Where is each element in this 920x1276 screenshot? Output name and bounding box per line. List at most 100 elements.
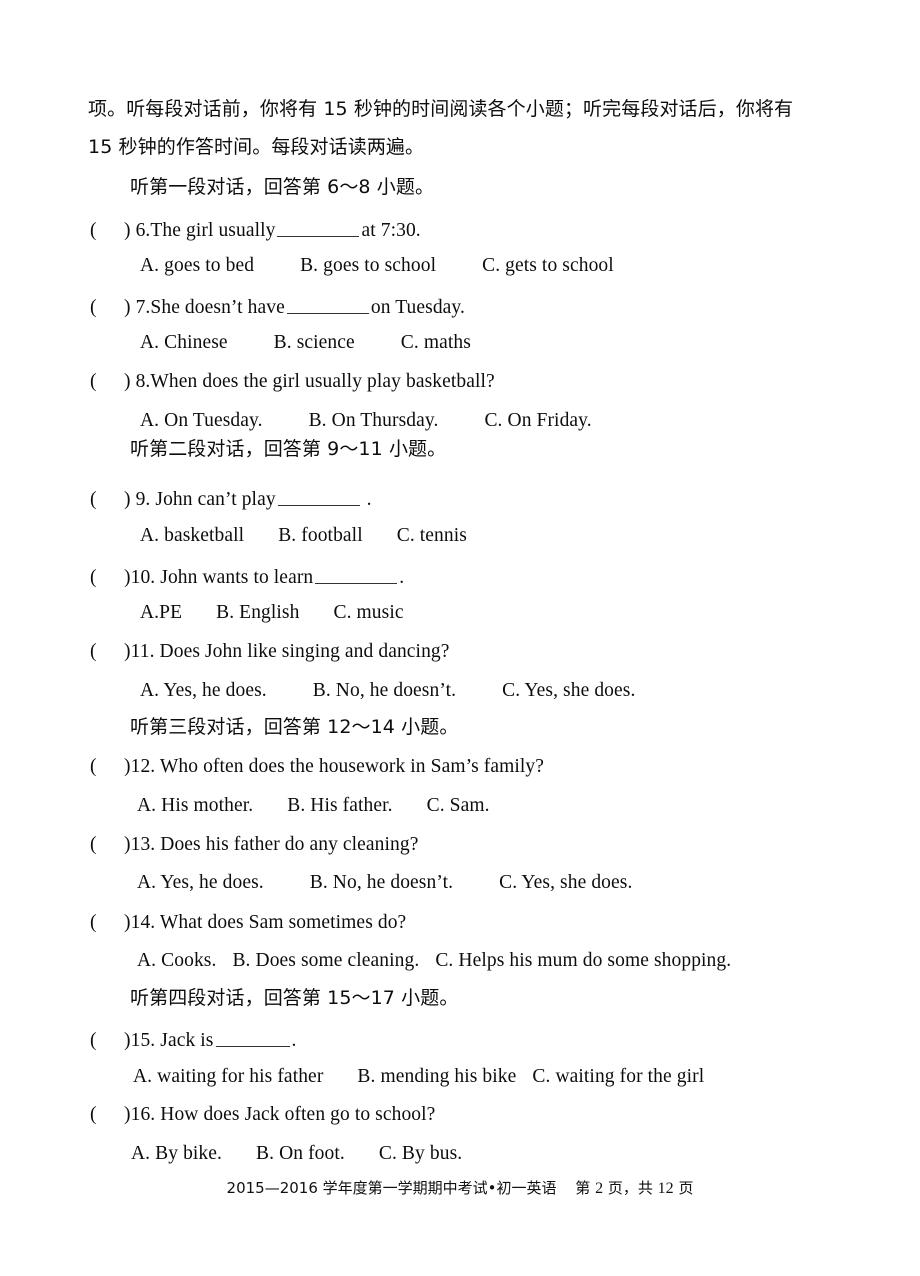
option-b[interactable]: B. football — [278, 525, 363, 546]
answer-blank[interactable] — [215, 1028, 290, 1047]
option-c[interactable]: C. Sam. — [427, 795, 490, 816]
option-b[interactable]: B. On foot. — [256, 1143, 345, 1164]
option-a[interactable]: A. Yes, he does. — [140, 680, 267, 701]
section-heading-dialogue-4: 听第四段对话，回答第 15～17 小题。 — [130, 989, 458, 1008]
options-7: A. Chinese B. science C. maths — [140, 333, 471, 353]
section-heading-dialogue-3: 听第三段对话，回答第 12～14 小题。 — [130, 718, 458, 737]
answer-bracket-open[interactable]: ( — [90, 490, 98, 510]
option-a[interactable]: A. goes to bed — [140, 255, 254, 276]
option-a[interactable]: A. His mother. — [137, 795, 253, 816]
answer-bracket-close[interactable]: ) — [124, 912, 131, 933]
option-c[interactable]: C. tennis — [397, 525, 467, 546]
options-12: A. His mother. B. His father. C. Sam. — [137, 796, 490, 816]
question-stem: The girl usually — [150, 219, 276, 241]
answer-blank[interactable] — [286, 295, 369, 314]
section-heading-dialogue-1: 听第一段对话，回答第 6～8 小题。 — [130, 178, 434, 197]
answer-bracket-close[interactable]: ) — [124, 1104, 131, 1125]
option-a[interactable]: A. basketball — [140, 525, 244, 546]
question-number: 6. — [135, 219, 151, 241]
question-number: 10. — [130, 566, 156, 588]
options-13: A. Yes, he does. B. No, he doesn’t. C. Yes… — [137, 873, 632, 893]
answer-bracket-close[interactable]: ) — [124, 1030, 131, 1051]
question-stem: What does Sam sometimes do? — [159, 912, 407, 933]
section-heading-text: 听第二段对话，回答第 9～11 小题。 — [130, 438, 447, 460]
option-a[interactable]: A. Chinese — [140, 332, 228, 353]
option-c[interactable]: C. Yes, she does. — [502, 680, 635, 701]
question-stem-tail: at 7:30. — [361, 219, 421, 241]
question-15: ()15. Jack is. — [90, 1028, 297, 1051]
option-c[interactable]: C. waiting for the girl — [532, 1066, 704, 1087]
question-number: 14. — [130, 912, 156, 933]
question-number: 15. — [130, 1029, 156, 1051]
answer-bracket-close[interactable]: ) — [124, 641, 131, 662]
answer-bracket-open[interactable]: ( — [90, 757, 98, 777]
question-stem: Jack is — [160, 1029, 214, 1051]
section-heading-text: 听第四段对话，回答第 15～17 小题。 — [130, 987, 459, 1009]
option-c[interactable]: C. Helps his mum do some shopping. — [435, 950, 731, 971]
answer-bracket-open[interactable]: ( — [90, 568, 98, 588]
question-number: 12. — [130, 756, 156, 777]
footer-page-mid: 页，共 — [607, 1179, 653, 1197]
question-number: 9. — [135, 488, 151, 510]
question-13: ()13. Does his father do any cleaning? — [90, 835, 419, 855]
intro-line-1-text: 项。听每段对话前，你将有 15 秒钟的时间阅读各个小题；听完每段对话后，你将有 — [88, 98, 794, 120]
option-a[interactable]: A. By bike. — [131, 1143, 222, 1164]
option-b[interactable]: B. On Thursday. — [309, 410, 439, 431]
answer-blank[interactable] — [277, 487, 360, 506]
answer-bracket-open[interactable]: ( — [90, 298, 98, 318]
option-b[interactable]: B. No, he doesn’t. — [310, 872, 453, 893]
answer-blank[interactable] — [315, 565, 398, 584]
question-stem: How does Jack often go to school? — [160, 1104, 436, 1125]
answer-bracket-close[interactable]: ) — [124, 756, 131, 777]
intro-line-2: 15 秒钟的作答时间。每段对话读两遍。 — [88, 138, 424, 157]
option-a[interactable]: A. Yes, he does. — [137, 872, 264, 893]
option-b[interactable]: B. science — [274, 332, 355, 353]
answer-bracket-open[interactable]: ( — [90, 221, 98, 241]
section-heading-dialogue-2: 听第二段对话，回答第 9～11 小题。 — [130, 440, 446, 459]
question-stem-tail: on Tuesday. — [370, 296, 465, 318]
options-9: A. basketball B. football C. tennis — [140, 526, 467, 546]
option-c[interactable]: C. Yes, she does. — [499, 872, 632, 893]
option-c[interactable]: C. gets to school — [482, 255, 614, 276]
answer-bracket-open[interactable]: ( — [90, 835, 98, 855]
option-a[interactable]: A. On Tuesday. — [140, 410, 263, 431]
option-c[interactable]: C. By bus. — [379, 1143, 462, 1164]
question-7: () 7.She doesn’t have on Tuesday. — [90, 295, 465, 318]
option-b[interactable]: B. Does some cleaning. — [232, 950, 419, 971]
option-c[interactable]: C. On Friday. — [484, 410, 591, 431]
answer-bracket-open[interactable]: ( — [90, 1031, 98, 1051]
answer-bracket-close[interactable]: ) — [124, 834, 131, 855]
answer-bracket-open[interactable]: ( — [90, 1105, 98, 1125]
answer-bracket-close[interactable]: ) — [124, 371, 131, 392]
question-stem-tail: . — [291, 1029, 297, 1051]
options-10: A.PE B. English C. music — [140, 603, 404, 623]
answer-bracket-open[interactable]: ( — [90, 642, 98, 662]
option-b[interactable]: B. goes to school — [300, 255, 436, 276]
question-12: ()12. Who often does the housework in Sa… — [90, 757, 544, 777]
options-6: A. goes to bed B. goes to school C. gets t… — [140, 256, 614, 276]
answer-bracket-close[interactable]: ) — [124, 220, 131, 241]
footer-page-prefix: 第 — [575, 1179, 591, 1197]
option-b[interactable]: B. No, he doesn’t. — [313, 680, 456, 701]
question-stem: When does the girl usually play basketba… — [150, 371, 495, 392]
option-a[interactable]: A.PE — [140, 602, 182, 623]
question-stem: John can’t play — [155, 488, 276, 510]
option-a[interactable]: A. waiting for his father — [133, 1066, 323, 1087]
question-11: ()11. Does John like singing and dancing… — [90, 642, 450, 662]
question-number: 13. — [130, 834, 156, 855]
option-b[interactable]: B. English — [216, 602, 299, 623]
option-a[interactable]: A. Cooks. — [137, 950, 216, 971]
option-b[interactable]: B. His father. — [287, 795, 392, 816]
answer-bracket-open[interactable]: ( — [90, 372, 98, 392]
question-6: () 6.The girl usually at 7:30. — [90, 218, 421, 241]
answer-blank[interactable] — [277, 218, 360, 237]
intro-line-2-text: 15 秒钟的作答时间。每段对话读两遍。 — [88, 136, 425, 158]
answer-bracket-close[interactable]: ) — [124, 297, 131, 318]
answer-bracket-close[interactable]: ) — [124, 567, 131, 588]
option-c[interactable]: C. music — [333, 602, 403, 623]
option-c[interactable]: C. maths — [401, 332, 471, 353]
option-b[interactable]: B. mending his bike — [357, 1066, 516, 1087]
answer-bracket-close[interactable]: ) — [124, 489, 131, 510]
question-number: 8. — [135, 371, 151, 392]
answer-bracket-open[interactable]: ( — [90, 913, 98, 933]
